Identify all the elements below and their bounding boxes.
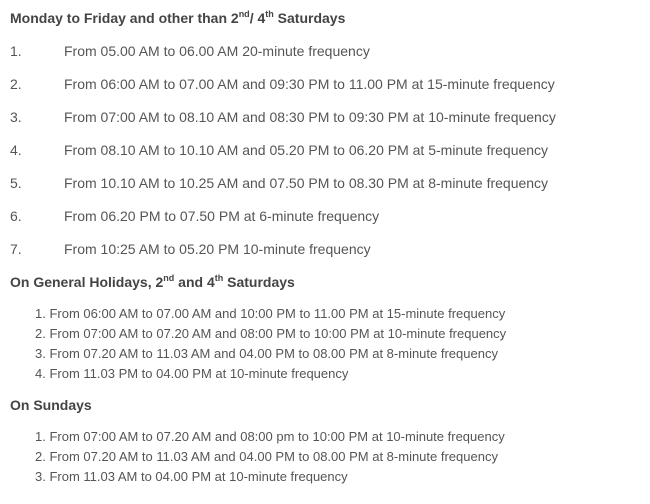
- sundays-heading: On Sundays: [10, 397, 92, 413]
- list-item: 3. From 11.03 AM to 04.00 PM at 10-minut…: [35, 469, 348, 484]
- list-item: 2. From 07:00 AM to 07.20 AM and 08:00 P…: [35, 326, 507, 341]
- list-item: 3. From 07.20 AM to 11.03 AM and 04.00 P…: [35, 346, 498, 361]
- weekday-heading: Monday to Friday and other than 2nd/ 4th…: [10, 9, 346, 26]
- list-item: 2. From 07.20 AM to 11.03 AM and 04.00 P…: [35, 449, 498, 464]
- list-item: 1. From 07:00 AM to 07.20 AM and 08:00 p…: [35, 429, 505, 444]
- list-item: 4. From 11.03 PM to 04.00 PM at 10-minut…: [35, 366, 349, 381]
- holidays-heading: On General Holidays, 2nd and 4th Saturda…: [10, 273, 295, 290]
- list-item: 1. From 06:00 AM to 07.00 AM and 10:00 P…: [35, 306, 506, 321]
